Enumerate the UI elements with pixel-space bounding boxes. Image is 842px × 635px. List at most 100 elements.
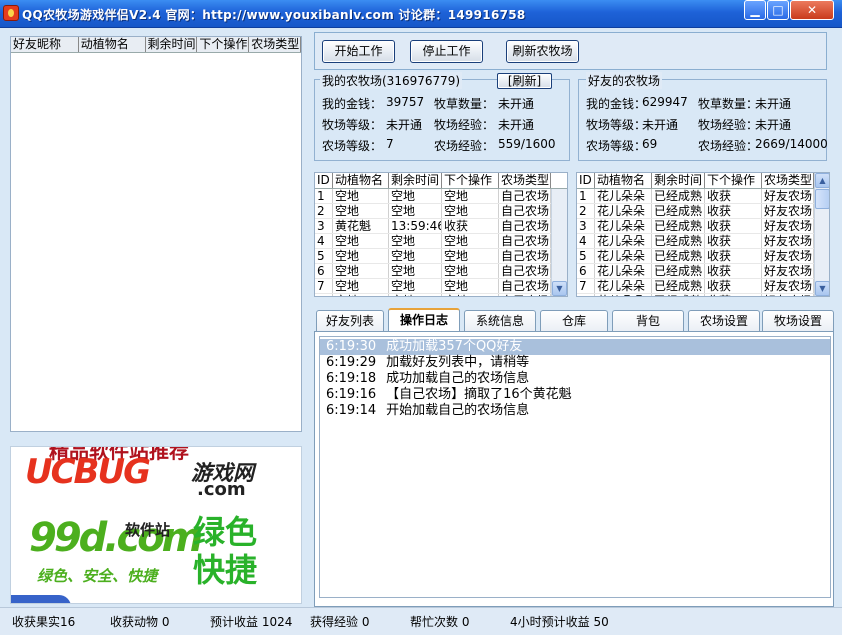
column-header[interactable]: 农场类型 — [762, 173, 814, 188]
column-header[interactable]: 动植物名 — [595, 173, 652, 188]
friend-farm-title: 好友的农牧场 — [586, 72, 663, 89]
status-fruit-value: 16 — [60, 615, 76, 629]
table-cell: 已经成熟 — [652, 219, 705, 233]
maximize-icon: □ — [772, 3, 784, 17]
status-hour-label: 4小时预计收益 — [510, 615, 590, 629]
close-icon: ✕ — [806, 3, 818, 17]
table-row[interactable]: 8空地空地空地自己农场 — [315, 294, 567, 296]
table-row[interactable]: 6 空地 空地 空地 自己农场 — [315, 264, 567, 279]
table-cell: 收获 — [705, 189, 762, 203]
table-cell: 已经成熟 — [652, 279, 705, 293]
friend-ranch-level-value: 未开通 — [642, 118, 679, 132]
table-row[interactable]: 2 花儿朵朵 已经成熟 收获 好友农场 — [577, 204, 829, 219]
ad-ucbug-domain: .com — [197, 479, 246, 500]
friends-list[interactable]: 好友昵称 动植物名 剩余时间 下个操作 农场类型 — [10, 36, 302, 432]
table-cell: 好友农场 — [762, 294, 814, 296]
my-farm-refresh-button[interactable]: [刷新] — [497, 73, 552, 89]
log-panel: 6:19:30 成功加载357个QQ好友 6:19:29 加载好友列表中，请稍等 6:1… — [314, 331, 834, 607]
log-list[interactable]: 6:19:30 成功加载357个QQ好友 6:19:29 加载好友列表中，请稍等 6:1… — [319, 336, 831, 598]
tab-2[interactable]: 系统信息 — [464, 310, 536, 331]
table-row[interactable]: 5 空地 空地 空地 自己农场 — [315, 249, 567, 264]
table-cell: 自己农场 — [499, 294, 551, 296]
table-cell: 好友农场 — [764, 219, 814, 233]
table-cell: 8 — [577, 294, 595, 296]
minimize-button[interactable]: ▁ — [744, 0, 766, 20]
maximize-button[interactable]: □ — [767, 0, 789, 20]
log-time: 6:19:29 — [326, 355, 377, 370]
stop-button[interactable]: 停止工作 — [410, 40, 483, 63]
scroll-thumb[interactable] — [815, 189, 829, 209]
column-header[interactable]: 剩余时间 — [389, 173, 442, 188]
table-row[interactable]: 4 花儿朵朵 已经成熟 收获 好友农场 — [577, 234, 829, 249]
table-row[interactable]: 4 空地 空地 空地 自己农场 — [315, 234, 567, 249]
column-header[interactable]: ID — [315, 173, 333, 188]
tab-6[interactable]: 牧场设置 — [762, 310, 834, 331]
table-cell: 空地 — [389, 264, 442, 278]
friend-ranch-exp-value: 未开通 — [755, 118, 792, 132]
table-row[interactable]: 1 花儿朵朵 已经成熟 收获 好友农场 — [577, 189, 829, 204]
table-row[interactable]: 6 花儿朵朵 已经成熟 收获 好友农场 — [577, 264, 829, 279]
friend-ranch-level-label: 牧场等级： — [586, 118, 647, 132]
column-header[interactable]: 下个操作 — [197, 37, 250, 52]
my-plots-scrollbar[interactable]: ▼ — [551, 189, 567, 296]
log-entry[interactable]: 6:19:29 加载好友列表中，请稍等 — [320, 355, 830, 371]
scroll-down-icon[interactable]: ▼ — [815, 281, 829, 296]
table-row[interactable]: 7 花儿朵朵 已经成熟 收获 好友农场 — [577, 279, 829, 294]
column-header[interactable]: 剩余时间 — [146, 37, 198, 52]
column-header[interactable]: 农场类型 — [499, 173, 551, 188]
table-cell: 3 — [577, 219, 595, 233]
table-row[interactable]: 1 空地 空地 空地 自己农场 — [315, 189, 567, 204]
my-plots-table[interactable]: ID 动植物名 剩余时间 下个操作 农场类型 1 空地 空地 空地 自己农场 2 空地 空地空… — [314, 172, 568, 297]
gold-label: 我的金钱： — [322, 97, 383, 111]
ad-fast: 快捷 — [193, 551, 258, 589]
friend-plots-table[interactable]: ID 动植物名 剩余时间 下个操作 农场类型 1 花儿朵朵 已经成熟 收获 好友农场 2 花… — [576, 172, 830, 297]
column-header[interactable]: 下个操作 — [442, 173, 499, 188]
scroll-up-icon[interactable]: ▲ — [815, 173, 829, 188]
tab-3[interactable]: 仓库 — [540, 310, 608, 331]
table-row[interactable]: 3 黄花魁 13:59:46 收获 自己农场 — [315, 219, 567, 234]
gold-value: 39757 — [386, 95, 425, 109]
tab-1[interactable]: 操作日志 — [388, 308, 460, 332]
column-header[interactable]: 好友昵称 — [11, 37, 79, 52]
table-cell: 空地 — [333, 204, 389, 218]
log-entry[interactable]: 6:19:30 成功加载357个QQ好友 — [320, 339, 830, 355]
table-cell: 自己农场 — [501, 279, 551, 293]
log-entry[interactable]: 6:19:18 成功加载自己的农场信息 — [320, 371, 830, 387]
log-entry[interactable]: 6:19:14 开始加载自己的农场信息 — [320, 403, 830, 419]
table-row[interactable]: 8花儿朵朵已经成熟收获好友农场 — [577, 294, 829, 296]
close-button[interactable]: ✕ — [790, 0, 834, 20]
table-cell: 1 — [315, 189, 333, 203]
tab-0[interactable]: 好友列表 — [316, 310, 384, 331]
table-row[interactable]: 3 花儿朵朵 已经成熟 收获 好友农场 — [577, 219, 829, 234]
ad-banner[interactable]: 精品软件站推荐 UCBUG 游戏网 .com 99d.com 软件站 绿色、安全… — [10, 446, 302, 604]
column-header[interactable]: 农场类型 — [249, 37, 302, 52]
ad-slogan: 绿色、安全、快捷 — [37, 567, 158, 585]
table-row[interactable]: 5 花儿朵朵 已经成熟 收获 好友农场 — [577, 249, 829, 264]
table-cell: 好友农场 — [764, 264, 814, 278]
column-header[interactable]: 动植物名 — [333, 173, 389, 188]
log-message: 开始加载自己的农场信息 — [386, 403, 530, 418]
refresh-farm-button[interactable]: 刷新农牧场 — [506, 40, 579, 63]
column-header[interactable]: ID — [577, 173, 595, 188]
start-button[interactable]: 开始工作 — [322, 40, 395, 63]
log-entry[interactable]: 6:19:16 【自己农场】摘取了16个黄花魁 — [320, 387, 830, 403]
ad-99d-logo: 99d.com — [29, 515, 203, 561]
scroll-down-icon[interactable]: ▼ — [552, 281, 567, 296]
window-title: QQ农牧场游戏伴侣V2.4 官网：http://www.youxibanlv.c… — [22, 8, 526, 22]
column-header[interactable]: 剩余时间 — [652, 173, 705, 188]
status-help: 帮忙次数 0 — [410, 613, 469, 630]
table-cell: 空地 — [442, 234, 499, 248]
table-cell: 1 — [577, 189, 595, 203]
column-header[interactable]: 下个操作 — [705, 173, 762, 188]
table-cell: 已经成熟 — [652, 234, 705, 248]
status-help-label: 帮忙次数 — [410, 615, 459, 629]
log-time: 6:19:30 — [326, 339, 377, 354]
column-header[interactable]: 动植物名 — [79, 37, 146, 52]
friend-plots-scrollbar[interactable]: ▲ ▼ — [814, 173, 829, 296]
tab-5[interactable]: 农场设置 — [688, 310, 760, 331]
table-row[interactable]: 2 空地 空地 空地 自己农场 — [315, 204, 567, 219]
friend-grass-label: 牧草数量： — [698, 97, 759, 111]
tab-4[interactable]: 背包 — [612, 310, 684, 331]
table-cell: 空地 — [442, 249, 499, 263]
table-row[interactable]: 7 空地 空地 空地 自己农场 — [315, 279, 567, 294]
